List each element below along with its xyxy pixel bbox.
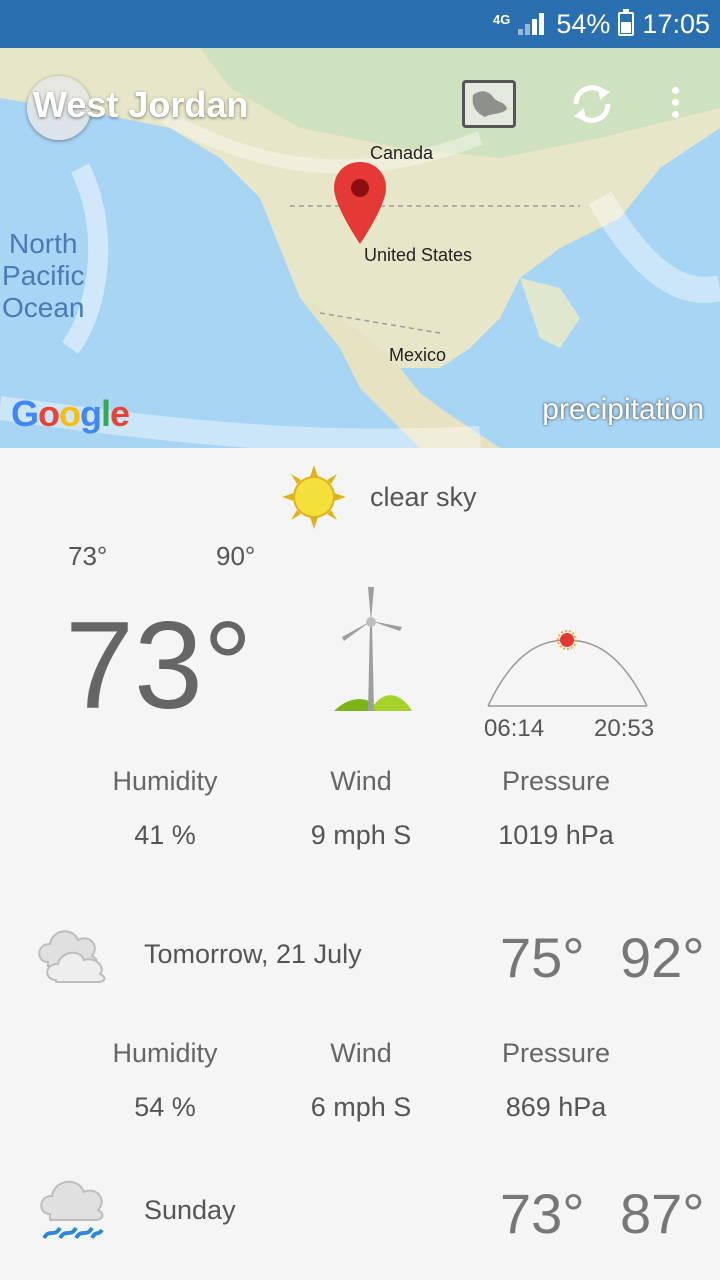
network-type: 4G: [493, 11, 511, 27]
location-pin-icon[interactable]: [332, 160, 388, 246]
forecast-pressure-label: Pressure: [501, 1038, 611, 1068]
forecast-humidity-value: 54 %: [134, 1092, 196, 1122]
map-label-ocean: North Pacific Ocean: [2, 228, 85, 324]
forecast-high: 92°: [620, 926, 705, 989]
status-bar: 4G 54% 17:05: [0, 0, 720, 48]
map-label-us: United States: [364, 245, 473, 265]
battery-percent: 54%: [556, 8, 611, 39]
wind-turbine-icon: [334, 587, 412, 711]
low-temp: 73°: [68, 541, 108, 571]
forecast-low: 73°: [500, 1182, 585, 1245]
map-icon[interactable]: [462, 80, 516, 128]
forecast-humidity-label: Humidity: [112, 1038, 218, 1068]
pressure-label: Pressure: [501, 766, 611, 796]
sunset-time: 20:53: [594, 715, 655, 742]
pressure-value: 1019 hPa: [498, 820, 614, 850]
ocean-line-2: Pacific: [2, 260, 85, 291]
humidity-value: 41 %: [134, 820, 196, 850]
forecast-wind-value: 6 mph S: [310, 1092, 412, 1122]
map-label-mexico: Mexico: [389, 345, 447, 365]
condition-text: clear sky: [370, 482, 477, 512]
forecast-low: 75°: [500, 926, 585, 989]
sun-icon: [282, 465, 346, 529]
ocean-line-1: North: [9, 228, 78, 259]
battery-charging-icon: [618, 9, 635, 36]
clock: 17:05: [642, 8, 710, 39]
current-temp: 73°: [65, 597, 253, 735]
wind-value: 9 mph S: [310, 820, 412, 850]
humidity-label: Humidity: [112, 766, 218, 796]
forecast-wind-label: Wind: [330, 1038, 392, 1068]
rain-icon: [40, 1181, 104, 1240]
forecast-day: Tomorrow, 21 July: [144, 939, 362, 969]
map-layer-label: precipitation: [542, 393, 704, 426]
wind-label: Wind: [330, 766, 392, 796]
forecast-pressure-value: 869 hPa: [505, 1092, 607, 1122]
sunrise-time: 06:14: [484, 715, 545, 742]
sun-path-graphic: [487, 630, 648, 707]
forecast-day: Sunday: [144, 1195, 236, 1225]
forecast-high: 87°: [620, 1182, 705, 1245]
high-temp: 90°: [216, 541, 256, 571]
cloudy-icon: [38, 930, 106, 983]
city-title: West Jordan: [33, 84, 249, 125]
google-logo: Google: [11, 393, 130, 434]
signal-icon: [518, 13, 548, 35]
more-vert-icon[interactable]: [660, 82, 690, 128]
ocean-line-3: Ocean: [2, 292, 85, 323]
refresh-icon[interactable]: [566, 78, 618, 130]
